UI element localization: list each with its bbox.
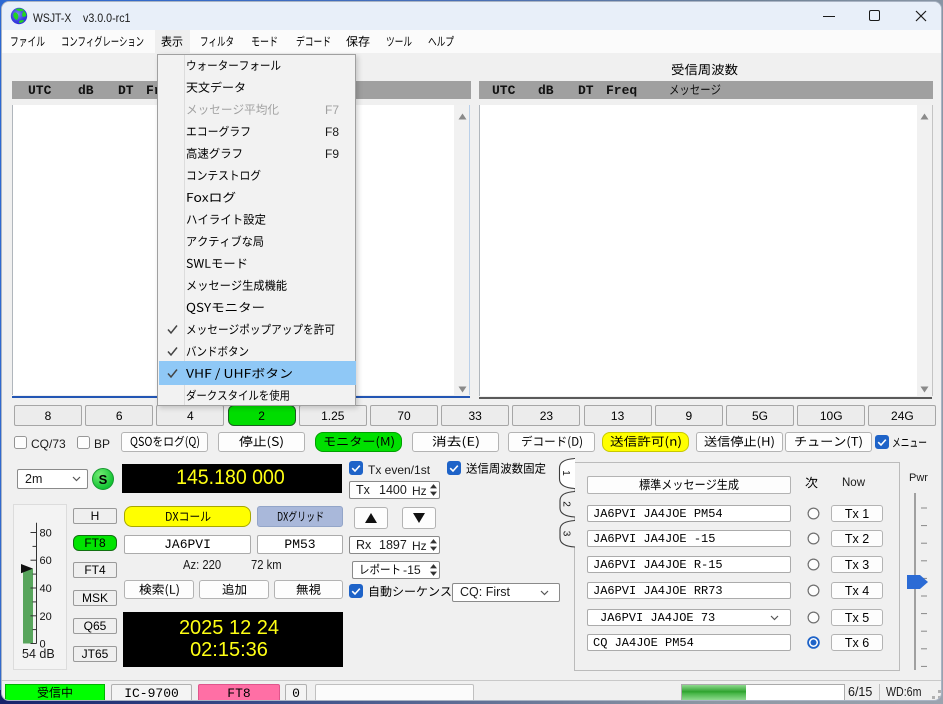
svg-text:40: 40: [40, 583, 52, 595]
svg-text:1: 1: [560, 470, 571, 476]
svg-text:2: 2: [561, 501, 572, 507]
svg-text:3: 3: [561, 531, 572, 537]
svg-text:80: 80: [40, 528, 52, 540]
svg-text:20: 20: [40, 611, 52, 623]
svg-text:60: 60: [40, 555, 52, 567]
